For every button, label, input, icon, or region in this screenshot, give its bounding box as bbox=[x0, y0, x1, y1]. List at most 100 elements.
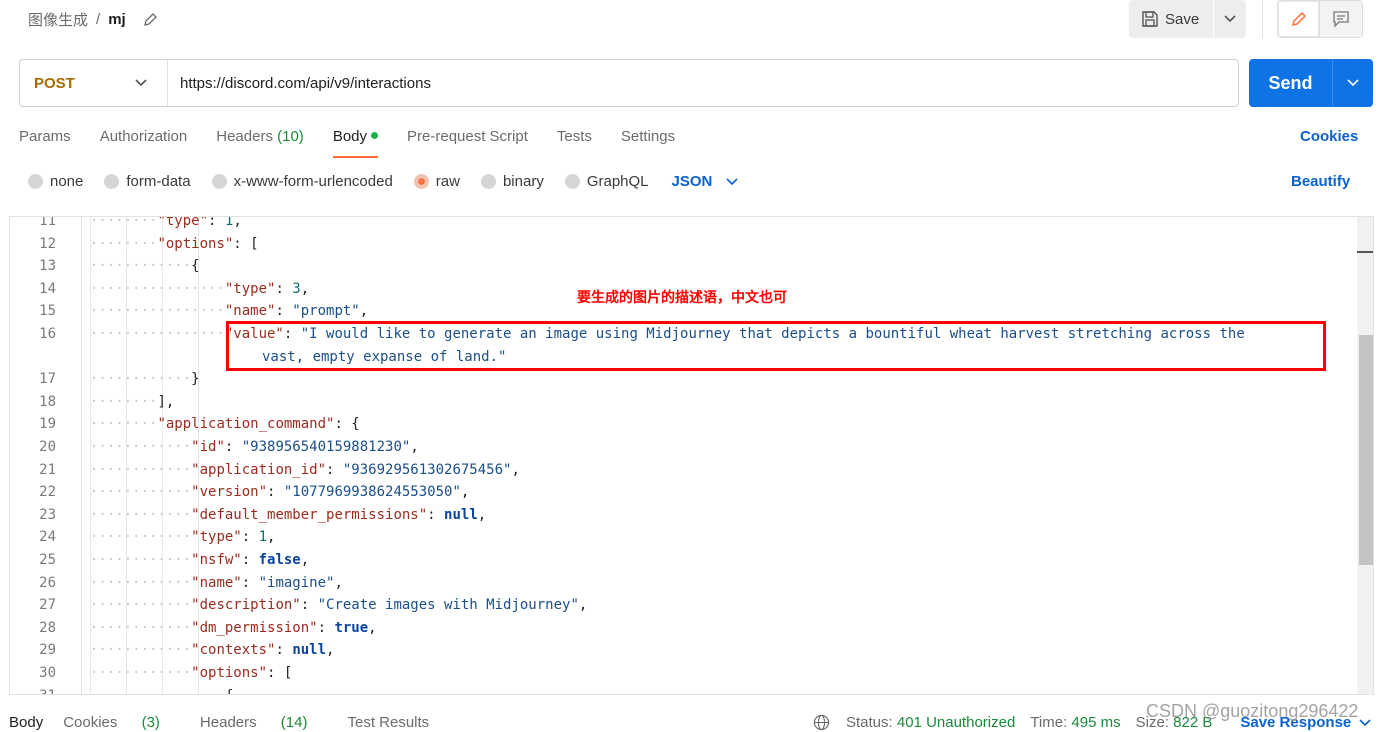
whitespace-dots: ········ bbox=[90, 393, 158, 410]
code-token: , bbox=[233, 216, 242, 229]
tab-params[interactable]: Params bbox=[19, 128, 71, 158]
tab-authorization[interactable]: Authorization bbox=[100, 128, 188, 158]
radio-label: none bbox=[50, 173, 84, 190]
line-number: 21 bbox=[39, 461, 56, 478]
code-token: , bbox=[477, 506, 487, 523]
response-tab-cookies[interactable]: Cookies (3) bbox=[63, 714, 180, 731]
line-number: 17 bbox=[39, 371, 56, 388]
response-tab-body[interactable]: Body bbox=[9, 714, 43, 731]
tab-label: Tests bbox=[556, 128, 592, 145]
save-group: Save bbox=[1129, 0, 1247, 38]
line-number: 13 bbox=[39, 258, 56, 275]
send-group: Send bbox=[1249, 59, 1373, 107]
send-dropdown-button[interactable] bbox=[1333, 59, 1373, 107]
code-line[interactable]: ················"name": "prompt", bbox=[90, 303, 368, 319]
status-label: Status: bbox=[846, 714, 893, 731]
scroll-marker bbox=[1357, 251, 1373, 253]
scrollbar-thumb[interactable] bbox=[1359, 335, 1373, 565]
code-line[interactable]: ············"contexts": null, bbox=[90, 642, 334, 658]
tab-count: (3) bbox=[141, 714, 160, 731]
code-line[interactable]: ············{ bbox=[90, 258, 200, 274]
line-number: 22 bbox=[39, 484, 56, 501]
code-line[interactable]: ············"default_member_permissions"… bbox=[90, 507, 486, 523]
code-token: , bbox=[300, 280, 310, 297]
code-token: null bbox=[444, 506, 478, 523]
url-input[interactable]: https://discord.com/api/v9/interactions bbox=[168, 75, 431, 92]
comment-icon bbox=[1333, 11, 1349, 28]
code-line[interactable]: ············"version": "1077969938624553… bbox=[90, 484, 469, 500]
code-token: , bbox=[334, 574, 343, 591]
code-token: , bbox=[410, 439, 419, 455]
code-line[interactable]: ············"options": [ bbox=[90, 665, 292, 681]
tab-headers[interactable]: Headers (10) bbox=[216, 128, 304, 158]
code-line[interactable]: ············} bbox=[90, 371, 200, 387]
line-number: 30 bbox=[39, 665, 56, 681]
beautify-button[interactable]: Beautify bbox=[1291, 173, 1350, 190]
save-button[interactable]: Save bbox=[1129, 0, 1215, 38]
format-select[interactable]: JSON bbox=[672, 173, 739, 190]
vertical-scrollbar[interactable] bbox=[1357, 217, 1373, 694]
code-token: "application_id" bbox=[191, 461, 327, 478]
tab-settings[interactable]: Settings bbox=[621, 128, 675, 158]
code-token: , bbox=[578, 597, 588, 614]
code-line[interactable]: ············"application_id": "936929561… bbox=[90, 462, 520, 478]
code-line[interactable]: ········"options": [ bbox=[90, 236, 259, 252]
code-line[interactable]: ········], bbox=[90, 394, 174, 410]
breadcrumb-parent[interactable]: 图像生成 bbox=[28, 9, 88, 30]
line-number: 16 bbox=[39, 326, 56, 342]
method-select[interactable]: POST bbox=[20, 60, 168, 106]
pencil-icon[interactable] bbox=[142, 12, 158, 28]
tab-label: Headers bbox=[216, 128, 273, 145]
response-tab-headers[interactable]: Headers (14) bbox=[200, 714, 328, 731]
comments-button[interactable] bbox=[1320, 1, 1362, 37]
code-token: "name" bbox=[224, 303, 276, 320]
tab-tests[interactable]: Tests bbox=[557, 128, 592, 158]
status-value[interactable]: 401 Unauthorized bbox=[897, 714, 1015, 731]
radio-graphql[interactable]: GraphQL bbox=[564, 173, 649, 190]
radio-label: GraphQL bbox=[586, 173, 649, 190]
cookies-link[interactable]: Cookies bbox=[1300, 128, 1358, 145]
whitespace-dots: ············ bbox=[90, 597, 192, 614]
code-line[interactable]: ········"type": 1, bbox=[90, 216, 242, 229]
send-button[interactable]: Send bbox=[1249, 59, 1333, 107]
code-token: { bbox=[225, 688, 233, 694]
code-line[interactable]: ············"nsfw": false, bbox=[90, 552, 309, 568]
code-token: : [ bbox=[233, 235, 259, 252]
code-line[interactable]: ················"type": 3, bbox=[90, 281, 309, 297]
response-tab-test-results[interactable]: Test Results bbox=[347, 714, 429, 731]
code-line[interactable]: ············"description": "Create image… bbox=[90, 597, 587, 613]
response-tabs: Body Cookies (3) Headers (14) Test Resul… bbox=[9, 714, 449, 731]
code-line[interactable]: ············"type": 1, bbox=[90, 529, 275, 545]
line-number-gutter: 11 12 13 14 15 16 17 18 19 20 21 22 23 24 25 26 27 28 29 30… bbox=[10, 217, 82, 694]
tab-body[interactable]: Body bbox=[332, 128, 379, 158]
tab-label: Body bbox=[332, 128, 368, 145]
radio-x-www-form-urlencoded[interactable]: x-www-form-urlencoded bbox=[211, 173, 393, 190]
radio-none[interactable]: none bbox=[28, 173, 83, 190]
code-token: 1 bbox=[258, 529, 268, 546]
code-token: : bbox=[241, 529, 259, 546]
globe-icon[interactable] bbox=[813, 714, 830, 731]
edit-mode-button[interactable] bbox=[1278, 1, 1320, 37]
code-line[interactable]: ············"dm_permission": true, bbox=[90, 620, 377, 636]
time-value[interactable]: 495 ms bbox=[1071, 714, 1120, 731]
chevron-down-icon bbox=[726, 177, 738, 185]
code-token: : bbox=[241, 574, 259, 591]
code-token: : bbox=[326, 461, 343, 478]
whitespace-dots: ········ bbox=[90, 416, 158, 433]
code-token: { bbox=[191, 258, 200, 275]
code-line[interactable]: ········"application_command": { bbox=[90, 416, 360, 432]
request-name[interactable]: mj bbox=[108, 11, 126, 28]
save-dropdown-button[interactable] bbox=[1214, 0, 1246, 38]
whitespace-dots: ············ bbox=[90, 258, 192, 275]
tab-pre-request-script[interactable]: Pre-request Script bbox=[407, 128, 528, 158]
radio-raw[interactable]: raw bbox=[413, 173, 460, 190]
code-token: null bbox=[292, 642, 327, 659]
code-line[interactable]: ················{ bbox=[90, 688, 233, 694]
code-line[interactable]: ············"name": "imagine", bbox=[90, 575, 343, 591]
code-token: , bbox=[511, 461, 520, 478]
radio-form-data[interactable]: form-data bbox=[104, 173, 191, 190]
code-token: "default_member_permissions" bbox=[191, 506, 428, 523]
chevron-down-icon[interactable] bbox=[1359, 718, 1371, 727]
code-line[interactable]: ············"id": "938956540159881230", bbox=[90, 439, 419, 455]
radio-binary[interactable]: binary bbox=[480, 173, 544, 190]
